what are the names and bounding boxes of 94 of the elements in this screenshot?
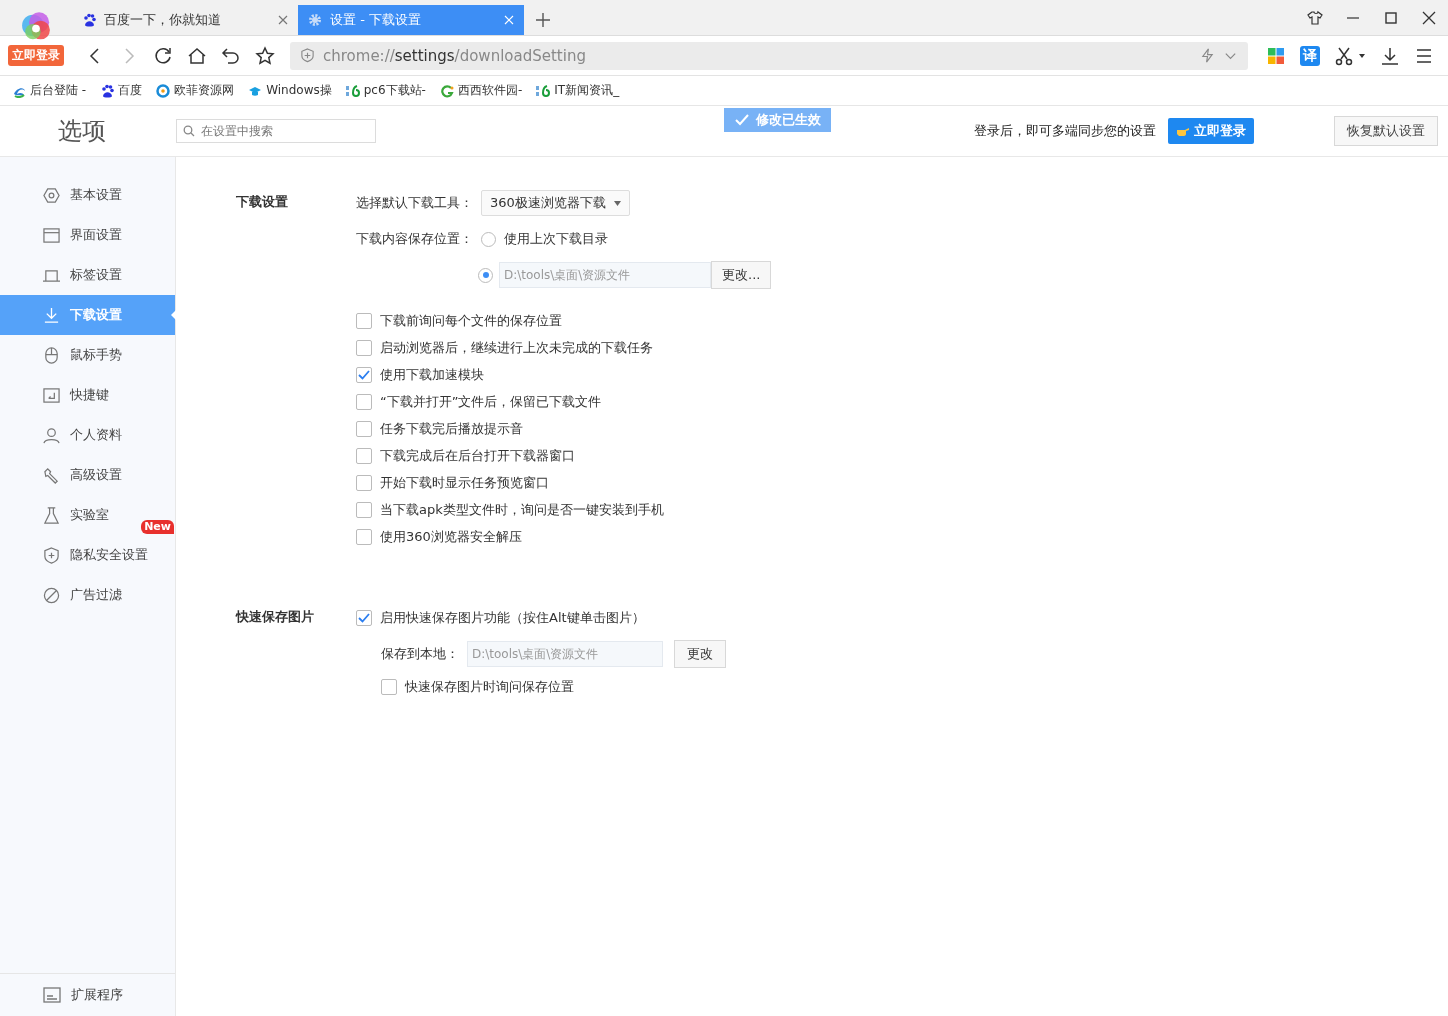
section-title: 快速保存图片 [236,608,315,626]
download-icon [43,306,60,324]
checkbox-label[interactable]: 使用360浏览器安全解压 [380,527,522,546]
checkbox-label[interactable]: 快速保存图片时询问保存位置 [405,678,574,696]
caret-icon[interactable] [1358,51,1366,60]
checkbox-label[interactable]: 下载完成后在后台打开下载器窗口 [380,446,575,465]
checkbox[interactable] [356,420,372,437]
star-icon[interactable] [255,45,275,66]
mouse-icon [43,346,60,364]
sidebar-item[interactable]: 界面设置 [0,215,175,255]
sidebar-item[interactable]: 快捷键 [0,375,175,415]
sidebar-item[interactable]: 实验室 New [0,495,175,535]
home-icon[interactable] [187,45,207,66]
sync-hint: 登录后，即可多端同步您的设置 [974,122,1156,140]
shirt-icon[interactable] [1307,9,1323,26]
download-tool-dropdown[interactable]: 360极速浏览器下载 [481,190,630,216]
search-icon [183,125,195,137]
keyboard-key-icon [43,386,60,404]
window-icon [43,226,60,244]
shield-icon [43,546,60,564]
checkbox-label[interactable]: “下载并打开”文件后，保留已下载文件 [380,392,602,411]
reload-icon[interactable] [153,45,173,66]
checkbox-label[interactable]: 启用快速保存图片功能（按住Alt键单击图片） [380,609,645,627]
checkbox-label[interactable]: 启动浏览器后，继续进行上次未完成的下载任务 [380,338,653,357]
checkbox[interactable] [356,474,372,491]
field-label: 下载内容保存位置： [356,230,473,248]
address-bar[interactable]: chrome://settings/downloadSetting [290,41,1248,70]
pc6-icon [536,83,551,98]
blocked-icon [43,586,60,604]
sidebar-item[interactable]: 隐私安全设置 [0,535,175,575]
bookmark-link[interactable]: pc6下载站- [345,82,426,99]
checkbox[interactable] [356,366,372,383]
shield-icon [300,48,315,63]
sidebar-item[interactable]: 基本设置 [0,175,175,215]
checkbox[interactable] [356,501,372,518]
paw-icon [82,13,96,27]
bookmark-link[interactable]: 百度 [100,82,143,99]
checkmark-icon [734,112,750,128]
checkbox[interactable] [356,528,372,545]
checkbox[interactable] [356,447,372,464]
field-label: 保存到本地： [381,645,459,663]
undo-icon[interactable] [221,45,241,66]
sidebar-item[interactable]: 个人资料 [0,415,175,455]
checkbox[interactable] [356,312,372,329]
sidebar-item[interactable]: 高级设置 [0,455,175,495]
sidebar-item[interactable]: 标签设置 [0,255,175,295]
change-folder-button[interactable]: 更改 [674,640,726,668]
checkbox[interactable] [356,393,372,410]
checkbox-label[interactable]: 开始下载时显示任务预览窗口 [380,473,549,492]
apps-grid-icon[interactable] [1266,45,1286,66]
lightning-icon[interactable] [1200,48,1215,63]
translate-button[interactable]: 译 [1300,45,1320,66]
bookmark-link[interactable]: IT新闻资讯_ [536,82,620,99]
radio-label[interactable]: 使用上次下载目录 [504,230,608,248]
sidebar-item[interactable]: 广告过滤 [0,575,175,615]
field-label: 选择默认下载工具： [356,194,473,212]
browser-tab[interactable]: 百度一下，你就知道 [72,5,298,35]
person-icon [43,426,60,444]
flask-icon [43,506,60,524]
login-button[interactable]: 立即登录 [1168,118,1254,144]
caret-icon [613,200,621,206]
pc6-icon [345,83,360,98]
checkbox-label[interactable]: 下载前询问每个文件的保存位置 [380,311,562,330]
checkbox-label[interactable]: 当下载apk类型文件时，询问是否一键安装到手机 [380,500,664,519]
scissors-icon[interactable] [1334,45,1354,66]
extensions-link[interactable]: 扩展程序 [0,973,175,1016]
radio-button[interactable] [481,231,496,247]
checkbox-label[interactable]: 任务下载完后播放提示音 [380,419,523,438]
extension-icon [43,987,61,1003]
paw-icon [100,83,115,98]
radio-button[interactable] [478,267,493,283]
sidebar-item[interactable]: 鼠标手势 [0,335,175,375]
page-title: 选项 [57,116,107,147]
maximize-icon[interactable] [1383,9,1399,26]
section-title: 下载设置 [236,193,289,211]
checkbox[interactable] [356,339,372,356]
new-badge: New [141,520,174,534]
ring-icon [156,83,171,98]
bookmark-link[interactable]: Windows操 [248,82,332,99]
change-folder-button[interactable]: 更改... [711,261,772,289]
g-letter-icon [439,83,454,98]
restore-defaults-button[interactable]: 恢复默认设置 [1334,116,1438,146]
bookmark-link[interactable]: 西西软件园- [439,82,523,99]
checkbox-label[interactable]: 使用下载加速模块 [380,365,484,384]
checkbox[interactable] [381,679,397,695]
search-field[interactable]: 在设置中搜索 [176,119,376,143]
hexagon-icon [43,186,60,204]
download-icon[interactable] [1380,45,1400,66]
close-icon[interactable] [1421,9,1437,26]
saved-toast: 修改已生效 [724,108,831,132]
bookmark-link[interactable]: 后台登陆 - [12,82,87,99]
bookmark-link[interactable]: 欧菲资源网 [156,82,235,99]
new-tab-icon[interactable] [536,13,550,27]
checkbox[interactable] [356,610,372,626]
